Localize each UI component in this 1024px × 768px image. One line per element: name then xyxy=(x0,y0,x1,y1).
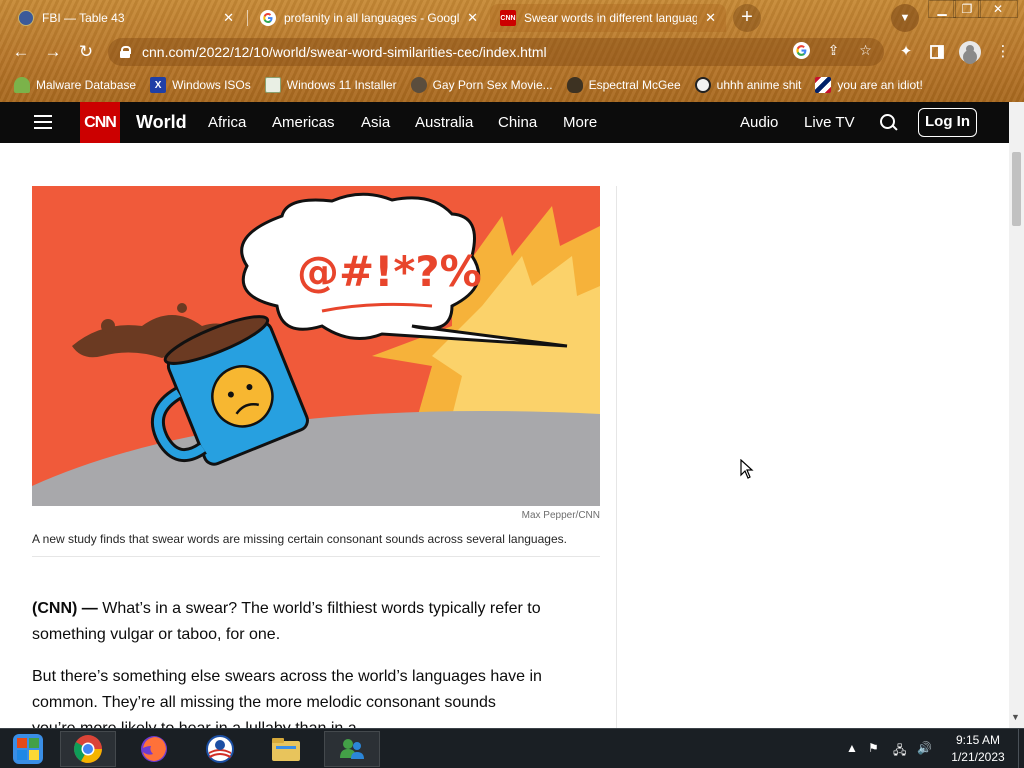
taskbar-file-explorer[interactable] xyxy=(258,731,314,767)
image-caption: A new study finds that swear words are m… xyxy=(32,532,567,546)
side-panel-icon[interactable] xyxy=(927,42,947,62)
nav-link-china[interactable]: China xyxy=(498,102,537,143)
article-paragraph: But there’s something else swears across… xyxy=(32,668,542,728)
address-url: cnn.com/2022/12/10/world/swear-word-simi… xyxy=(142,44,547,60)
speech-bubble-text: @#!*?% xyxy=(297,247,482,296)
close-tab-icon[interactable]: ✕ xyxy=(223,10,234,26)
action-center-flag-icon[interactable]: ⚑ xyxy=(868,741,879,755)
nav-link-live-tv[interactable]: Live TV xyxy=(804,102,855,143)
share-icon[interactable]: ⇪ xyxy=(825,42,842,59)
nav-link-africa[interactable]: Africa xyxy=(208,102,246,143)
nav-link-more[interactable]: More xyxy=(563,102,597,143)
bookmark-label: you are an idiot! xyxy=(837,78,923,92)
tab-google[interactable]: profanity in all languages - Google ✕ xyxy=(250,4,488,32)
bookmark-item[interactable]: uhhh anime shit xyxy=(694,77,802,93)
tab-title: Swear words in different languag xyxy=(524,11,698,25)
close-tab-icon[interactable]: ✕ xyxy=(705,10,716,26)
caption-divider xyxy=(32,556,600,557)
taskbar-messenger[interactable] xyxy=(324,731,380,767)
profile-avatar-icon[interactable] xyxy=(959,41,981,63)
x-logo-icon: X xyxy=(150,77,167,93)
uk-flag-icon xyxy=(815,77,832,93)
taskbar-obama-logo[interactable] xyxy=(192,731,248,767)
malware-bug-icon xyxy=(14,77,30,93)
bookmark-label: Windows ISOs xyxy=(172,78,251,92)
lock-icon xyxy=(120,46,131,58)
start-button[interactable] xyxy=(0,731,56,767)
forward-button[interactable]: → xyxy=(40,39,66,65)
login-button[interactable]: Log In xyxy=(918,108,977,137)
cnn-logo[interactable]: CNN xyxy=(80,102,120,143)
bookmark-item[interactable]: X Windows ISOs xyxy=(150,77,251,93)
hero-image: @#!*?% xyxy=(32,186,600,506)
anime-face-icon xyxy=(694,77,711,93)
tab-fbi[interactable]: FBI — Table 43 ✕ xyxy=(8,4,244,32)
show-hidden-icons[interactable]: ▲ xyxy=(846,741,858,755)
hamburger-menu-icon[interactable] xyxy=(34,115,52,129)
bookmark-star-icon[interactable]: ☆ xyxy=(857,42,874,59)
nav-link-asia[interactable]: Asia xyxy=(361,102,390,143)
system-clock[interactable]: 9:15 AM 1/21/2023 xyxy=(940,732,1016,766)
fbi-seal-icon xyxy=(18,10,34,26)
tab-search-button[interactable]: ▼ xyxy=(891,4,919,32)
browser-chrome: FBI — Table 43 ✕ profanity in all langua… xyxy=(0,0,1024,102)
clock-time: 9:15 AM xyxy=(955,733,1001,747)
image-file-icon xyxy=(264,77,281,93)
bookmark-label: Windows 11 Installer xyxy=(286,78,397,92)
bookmark-label: Espectral McGee xyxy=(588,78,681,92)
taskbar-firefox[interactable] xyxy=(126,731,182,767)
reload-button[interactable]: ↻ xyxy=(73,39,99,65)
mouse-cursor-icon xyxy=(740,459,754,479)
bookmark-item[interactable]: Gay Porn Sex Movie... xyxy=(410,77,553,93)
google-g-icon xyxy=(260,10,276,26)
address-bar[interactable]: cnn.com/2022/12/10/world/swear-word-simi… xyxy=(108,38,884,66)
bookmark-item[interactable]: Malware Database xyxy=(14,77,136,93)
search-icon[interactable] xyxy=(880,114,898,132)
taskbar-chrome[interactable] xyxy=(60,731,116,767)
cnn-icon: CNN xyxy=(500,10,516,26)
tab-title: profanity in all languages - Google xyxy=(284,11,460,25)
scroll-down-arrow-icon[interactable]: ▼ xyxy=(1011,712,1020,722)
back-button[interactable]: ← xyxy=(8,39,34,65)
bookmark-item[interactable]: Espectral McGee xyxy=(566,77,681,93)
section-title[interactable]: World xyxy=(136,102,187,143)
nav-link-audio[interactable]: Audio xyxy=(740,102,778,143)
show-desktop-button[interactable] xyxy=(1018,729,1024,768)
nav-link-australia[interactable]: Australia xyxy=(415,102,473,143)
scrollbar-thumb[interactable] xyxy=(1012,152,1021,226)
network-icon[interactable]: 🖧 xyxy=(893,741,906,762)
bookmark-item[interactable]: Windows 11 Installer xyxy=(264,77,397,93)
menu-kebab-icon[interactable]: ⋮ xyxy=(993,42,1013,62)
character-face-icon xyxy=(566,77,583,93)
bookmark-label: uhhh anime shit xyxy=(716,78,802,92)
dateline: (CNN) — xyxy=(32,600,98,617)
bookmark-item[interactable]: you are an idiot! xyxy=(815,77,923,93)
tab-separator xyxy=(247,10,248,26)
paragraph-text: What’s in a swear? The world’s filthiest… xyxy=(32,600,541,643)
restore-button[interactable]: ❐ xyxy=(953,0,981,18)
cnn-header: CNN World Africa Americas Asia Australia… xyxy=(0,102,1009,143)
nav-link-americas[interactable]: Americas xyxy=(272,102,335,143)
close-window-button[interactable]: ✕ xyxy=(978,0,1018,18)
clock-date: 1/21/2023 xyxy=(951,750,1005,764)
image-credit: Max Pepper/CNN xyxy=(521,510,600,521)
right-rail-divider xyxy=(616,186,617,728)
windows-taskbar: ▲ ⚑ 🖧 🔊 9:15 AM 1/21/2023 xyxy=(0,728,1024,768)
bookmark-label: Malware Database xyxy=(36,78,137,92)
site-favicon-icon xyxy=(410,77,427,93)
browser-toolbar: ← → ↻ cnn.com/2022/12/10/world/swear-wor… xyxy=(0,36,1024,68)
volume-icon[interactable]: 🔊 xyxy=(917,741,932,755)
tab-cnn-active[interactable]: CNN Swear words in different languag ✕ xyxy=(490,4,726,32)
bookmark-label: Gay Porn Sex Movie... xyxy=(432,78,553,92)
article-paragraph: (CNN) — What’s in a swear? The world’s f… xyxy=(32,596,542,648)
new-tab-button[interactable]: + xyxy=(733,4,761,32)
minimize-button[interactable]: ▁ xyxy=(928,0,956,18)
extensions-puzzle-icon[interactable]: ✦ xyxy=(896,42,916,62)
bookmarks-bar: Malware Database X Windows ISOs Windows … xyxy=(0,72,1024,98)
google-lens-icon[interactable] xyxy=(793,42,810,59)
tab-title: FBI — Table 43 xyxy=(42,11,125,25)
close-tab-icon[interactable]: ✕ xyxy=(467,10,478,26)
